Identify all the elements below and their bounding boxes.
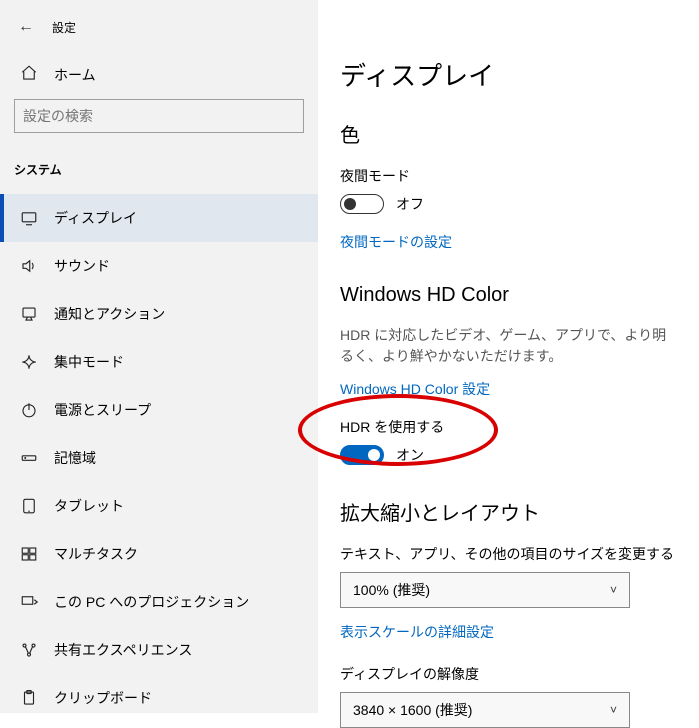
nav-group-label: システム [0,139,318,188]
section-scale: 拡大縮小とレイアウト テキスト、アプリ、その他の項目のサイズを変更する 100%… [340,497,677,728]
nav-item-label: この PC へのプロジェクション [54,592,249,612]
night-mode-label: 夜間モード [340,166,677,186]
power-icon [20,401,38,419]
text-size-combo[interactable]: 100% (推奨) ˅ [340,572,630,608]
nav-item-project[interactable]: この PC へのプロジェクション [0,578,318,626]
night-mode-toggle[interactable] [340,194,384,214]
nav-item-label: 記憶域 [54,448,96,468]
resolution-value: 3840 × 1600 (推奨) [353,700,472,720]
section-hdcolor: Windows HD Color HDR に対応したビデオ、ゲーム、アプリで、よ… [340,284,677,465]
text-size-value: 100% (推奨) [353,580,430,600]
nav-item-label: 電源とスリープ [54,400,151,420]
nav-item-label: ディスプレイ [54,208,137,228]
nav-item-shared-experiences[interactable]: 共有エクスペリエンス [0,626,318,674]
night-mode-link[interactable]: 夜間モードの設定 [340,232,452,252]
resolution-combo[interactable]: 3840 × 1600 (推奨) ˅ [340,692,630,728]
nav-item-label: 通知とアクション [54,304,165,324]
nav-home[interactable]: ホーム [0,50,318,99]
nav-item-label: 共有エクスペリエンス [54,640,192,660]
hdr-state: オン [396,445,424,465]
section-color-heading: 色 [340,119,677,148]
nav-item-multitask[interactable]: マルチタスク [0,530,318,578]
nav-item-label: マルチタスク [54,544,138,564]
hdr-label: HDR を使用する [340,417,677,437]
content: ディスプレイ 色 夜間モード オフ 夜間モードの設定 Windows HD Co… [318,0,699,713]
clipboard-icon [20,689,38,707]
search-wrap [0,99,318,139]
titlebar: ← 設定 [0,12,318,50]
display-icon [20,209,38,227]
nav-item-label: タブレット [54,496,124,516]
hdcolor-desc: HDR に対応したビデオ、ゲーム、アプリで、より明るく、より鮮やかないただけます… [340,325,677,367]
home-icon [20,64,38,85]
search-box[interactable] [14,99,304,133]
page-title: ディスプレイ [340,56,677,93]
notify-icon [20,305,38,323]
share-icon [20,641,38,659]
focus-icon [20,353,38,371]
nav-item-tablet[interactable]: タブレット [0,482,318,530]
app-title: 設定 [52,19,76,36]
nav-item-focus[interactable]: 集中モード [0,338,318,386]
resolution-label: ディスプレイの解像度 [340,664,677,684]
nav-item-label: 集中モード [54,352,124,372]
sidebar: ← 設定 ホーム システム ディスプレイ サウンド [0,0,318,713]
hdcolor-link[interactable]: Windows HD Color 設定 [340,379,490,399]
section-color: 色 夜間モード オフ 夜間モードの設定 [340,119,677,252]
nav-item-sound[interactable]: サウンド [0,242,318,290]
search-input[interactable] [23,108,295,124]
text-size-label: テキスト、アプリ、その他の項目のサイズを変更する [340,544,677,564]
night-mode-state: オフ [396,194,424,214]
nav-item-label: クリップボード [54,688,152,708]
back-button[interactable]: ← [18,18,34,36]
nav-item-storage[interactable]: 記憶域 [0,434,318,482]
nav-item-label: サウンド [54,256,110,276]
multitask-icon [20,545,38,563]
scale-advanced-link[interactable]: 表示スケールの詳細設定 [340,622,494,642]
chevron-down-icon: ˅ [610,703,617,717]
tablet-icon [20,497,38,515]
hdr-toggle[interactable] [340,445,384,465]
nav-list: ディスプレイ サウンド 通知とアクション 集中モード 電源とスリープ [0,194,318,722]
nav-item-display[interactable]: ディスプレイ [0,194,318,242]
section-scale-heading: 拡大縮小とレイアウト [340,497,677,526]
nav-home-label: ホーム [54,65,96,85]
nav-item-power[interactable]: 電源とスリープ [0,386,318,434]
sound-icon [20,257,38,275]
nav-item-notifications[interactable]: 通知とアクション [0,290,318,338]
project-icon [20,593,38,611]
section-hdcolor-heading: Windows HD Color [340,284,677,307]
storage-icon [20,449,38,467]
chevron-down-icon: ˅ [610,583,617,597]
nav-item-clipboard[interactable]: クリップボード [0,674,318,722]
